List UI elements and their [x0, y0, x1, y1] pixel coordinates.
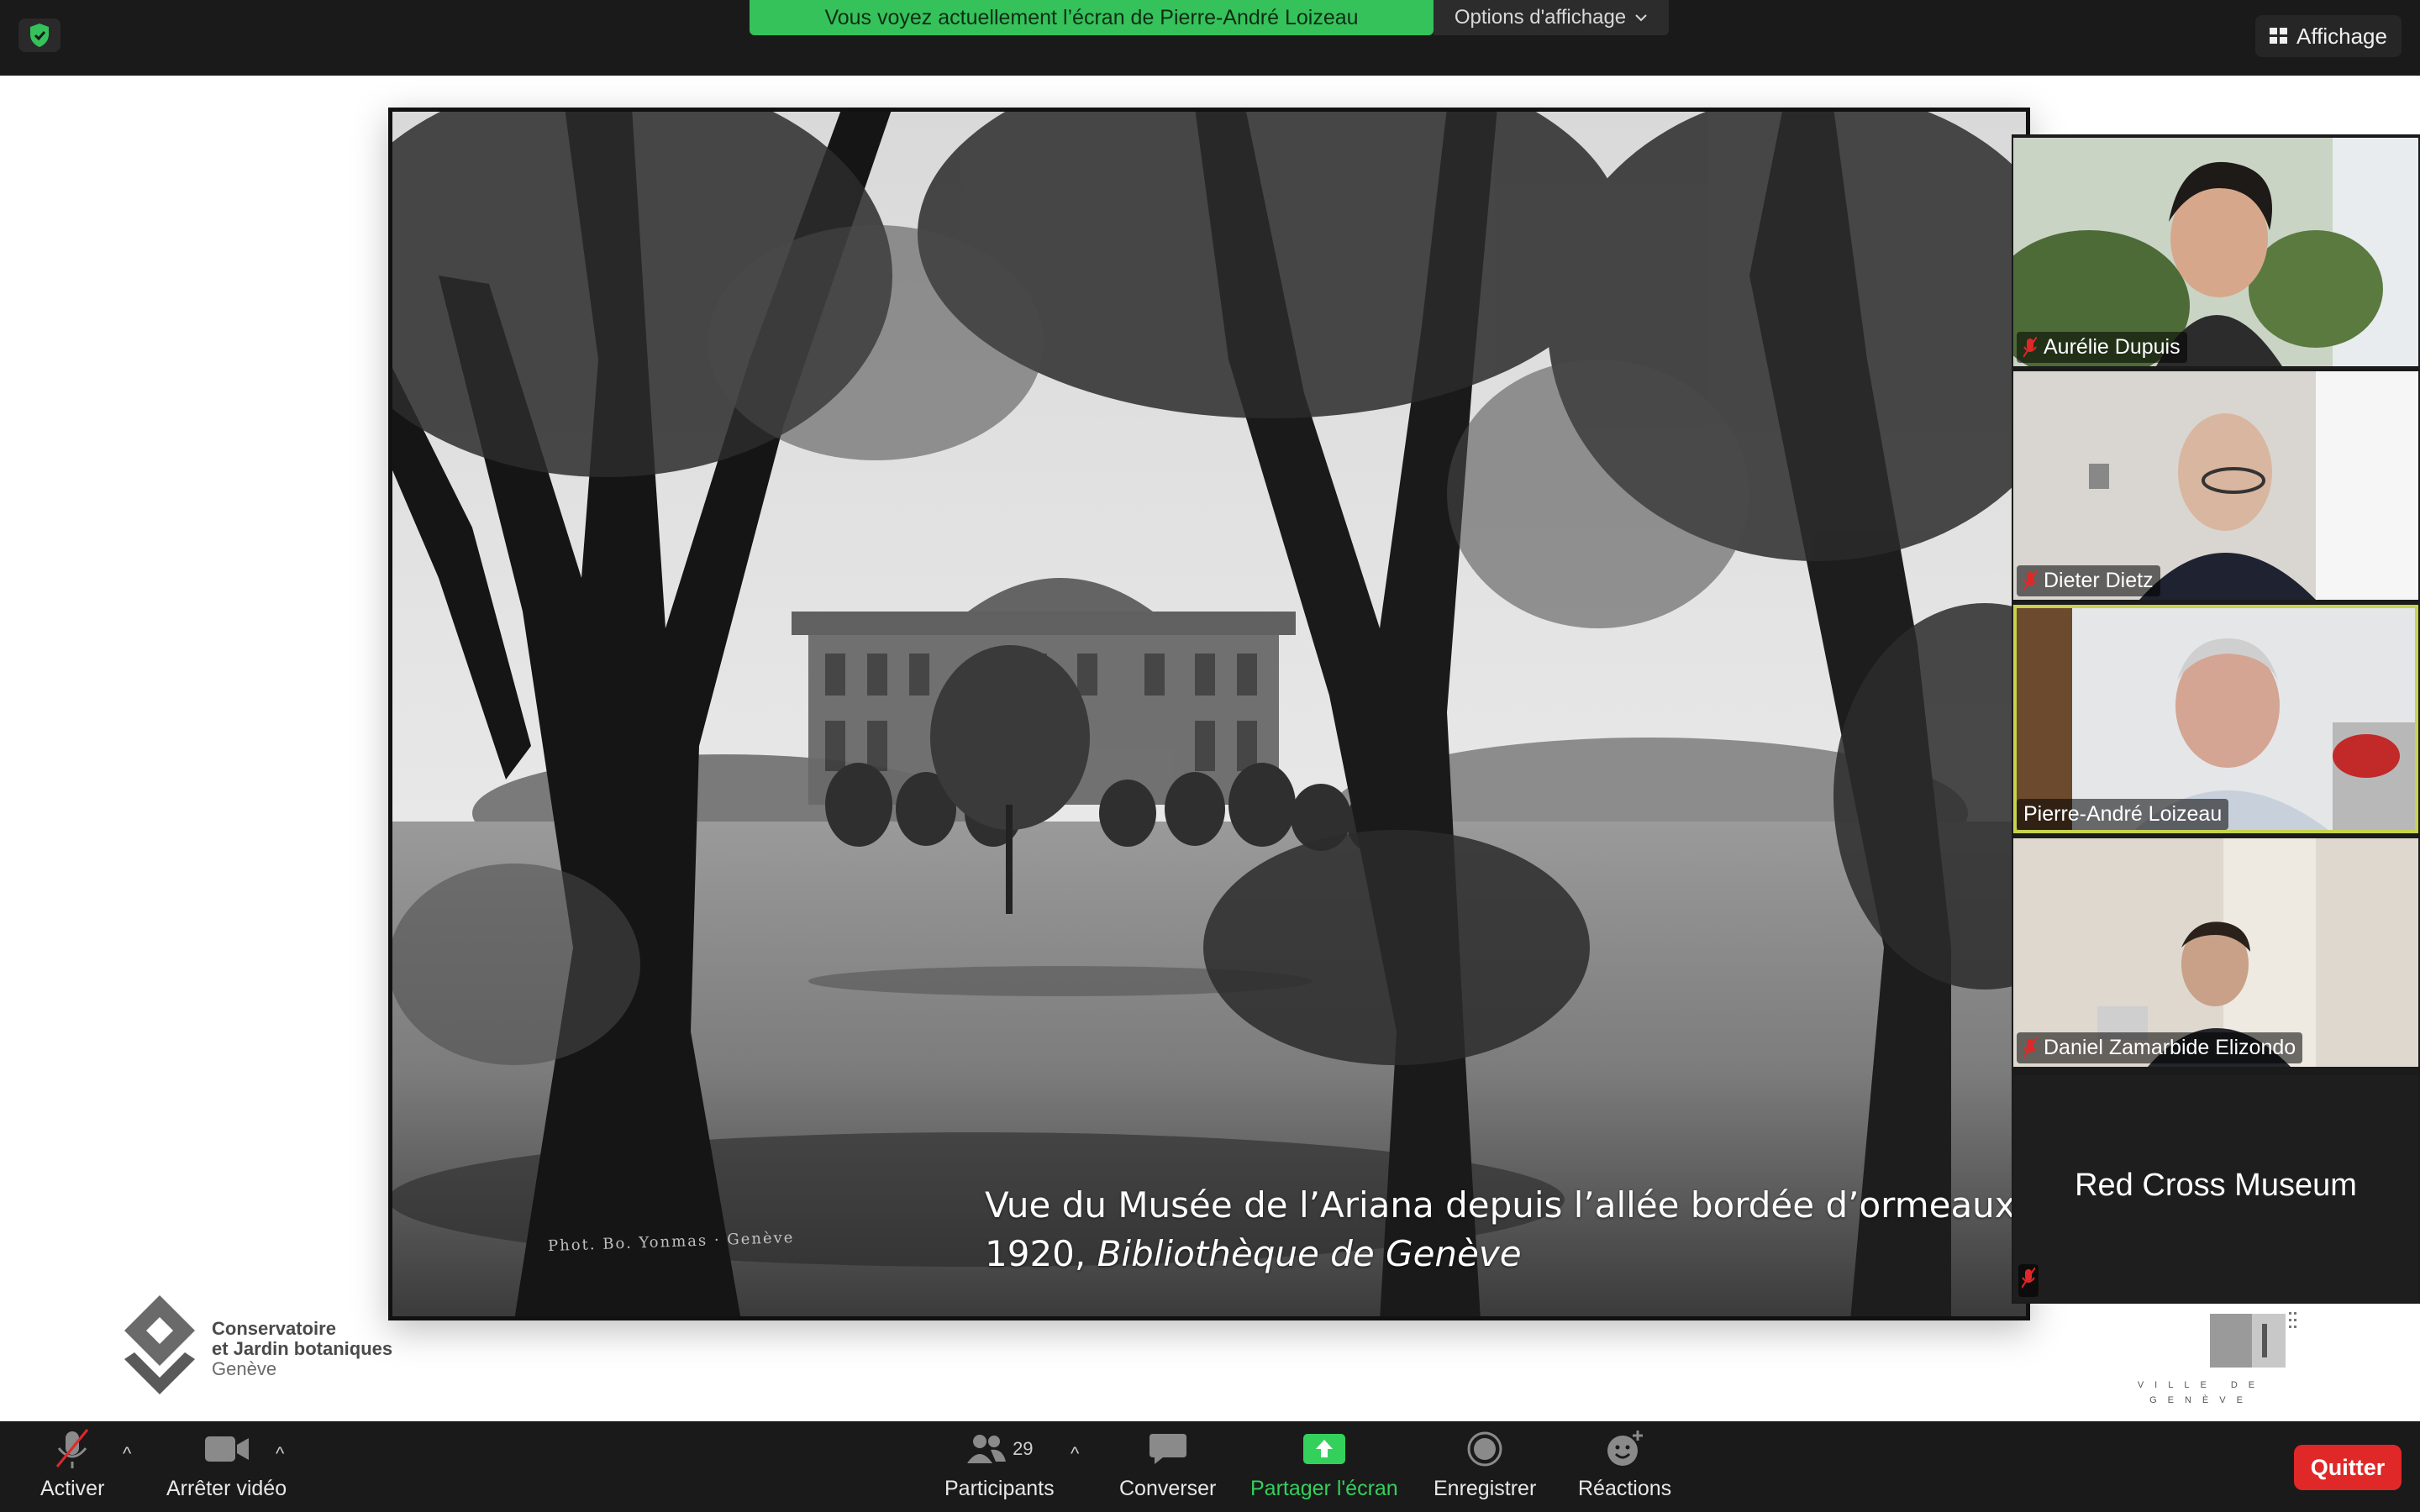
- leave-meeting-label: Quitter: [2310, 1454, 2386, 1480]
- mic-muted-icon: [2023, 1037, 2037, 1058]
- security-shield-icon[interactable]: [18, 18, 60, 52]
- mic-muted-icon: [2023, 336, 2037, 358]
- vdg-line-1: VILLE DE: [2137, 1380, 2266, 1390]
- video-options-caret-icon[interactable]: ^: [276, 1443, 284, 1465]
- caption-source: Bibliothèque de Genève: [1097, 1233, 1522, 1274]
- meeting-toolbar: Activer ^ Arrêter vidéo ^ 29 Participant…: [0, 1421, 2420, 1512]
- participant-name-tag: Aurélie Dupuis: [2017, 332, 2187, 363]
- view-options-button[interactable]: Options d'affichage: [1434, 0, 1669, 35]
- reactions-button[interactable]: Réactions: [1578, 1428, 1671, 1501]
- vdg-line-2: GENÈVE: [2149, 1395, 2254, 1405]
- top-bar: Vous voyez actuellement l’écran de Pierr…: [0, 0, 2420, 76]
- view-options-label: Options d'affichage: [1454, 6, 1627, 29]
- caption-line-1: Vue du Musée de l’Ariana depuis l’allée …: [985, 1184, 2016, 1226]
- mic-muted-icon: [2022, 1268, 2035, 1289]
- participant-name-tag: Daniel Zamarbide Elizondo: [2017, 1032, 2303, 1063]
- mic-muted-icon: [56, 1429, 89, 1468]
- chevron-down-icon: [1635, 14, 1647, 22]
- historic-photo-ariana-museum: [388, 108, 2030, 1320]
- stop-video-button[interactable]: Arrêter vidéo: [166, 1428, 287, 1501]
- emoji-plus-icon: [1607, 1431, 1643, 1466]
- participant-name-tag: Pierre-André Loizeau: [2017, 799, 2229, 830]
- ville-de-geneve-logo: VILLE DE GENÈVE: [2118, 1307, 2302, 1408]
- participant-name-tag: Dieter Dietz: [2017, 565, 2160, 596]
- participants-options-caret-icon[interactable]: ^: [1071, 1443, 1079, 1465]
- screen-share-banner-text: Vous voyez actuellement l’écran de Pierr…: [824, 5, 1359, 29]
- record-button[interactable]: Enregistrer: [1434, 1428, 1536, 1501]
- participant-name: Aurélie Dupuis: [2044, 335, 2181, 359]
- share-screen-button[interactable]: Partager l'écran: [1250, 1428, 1398, 1501]
- mic-muted-badge: [2018, 1264, 2039, 1297]
- chat-label: Converser: [1119, 1477, 1217, 1500]
- participant-name: Dieter Dietz: [2044, 569, 2154, 592]
- shared-screen-slide: Phot. Bo. Yonmas · Genève Vue du Musée d…: [388, 108, 2030, 1320]
- participants-label: Participants: [944, 1477, 1055, 1500]
- record-label: Enregistrer: [1434, 1477, 1537, 1500]
- slide-caption: Vue du Musée de l’Ariana depuis l’allée …: [985, 1181, 2016, 1278]
- unmute-label: Activer: [40, 1477, 105, 1500]
- cjb-logo-text: Conservatoire et Jardin botaniques Genèv…: [212, 1319, 392, 1379]
- cjb-diamond-icon: [124, 1295, 195, 1394]
- video-tile[interactable]: Aurélie Dupuis: [2013, 138, 2418, 366]
- grid-icon: [2270, 28, 2288, 44]
- caption-line-2: 1920, Bibliothèque de Genève: [985, 1230, 2016, 1278]
- video-camera-icon: [204, 1436, 249, 1462]
- video-tile-active-speaker[interactable]: Pierre-André Loizeau: [2013, 605, 2418, 833]
- cjb-line-1: Conservatoire: [212, 1318, 336, 1339]
- share-screen-icon: [1302, 1434, 1345, 1464]
- video-tile[interactable]: Dieter Dietz: [2013, 371, 2418, 600]
- unmute-button[interactable]: Activer: [40, 1428, 104, 1501]
- audio-options-caret-icon[interactable]: ^: [123, 1443, 131, 1465]
- name-only-tile[interactable]: Red Cross Museum: [2013, 1075, 2418, 1302]
- chat-button[interactable]: Converser: [1119, 1428, 1216, 1501]
- zoom-meeting-window: Vous voyez actuellement l’écran de Pierr…: [0, 0, 2420, 1512]
- participants-count: 29: [1013, 1438, 1034, 1459]
- record-icon: [1467, 1431, 1502, 1467]
- chat-bubble-icon: [1149, 1434, 1186, 1464]
- participant-name: Daniel Zamarbide Elizondo: [2044, 1036, 2296, 1059]
- caption-year: 1920,: [985, 1233, 1097, 1274]
- screen-share-banner: Vous voyez actuellement l’écran de Pierr…: [750, 0, 1434, 35]
- participants-button[interactable]: 29 Participants: [944, 1428, 1055, 1501]
- stop-video-label: Arrêter vidéo: [166, 1477, 287, 1500]
- cjb-line-2: et Jardin botaniques: [212, 1338, 393, 1359]
- leave-meeting-button[interactable]: Quitter: [2294, 1445, 2402, 1490]
- view-button[interactable]: Affichage: [2255, 15, 2402, 57]
- cjb-logo: Conservatoire et Jardin botaniques Genèv…: [118, 1294, 420, 1411]
- participant-name: Pierre-André Loizeau: [2023, 802, 2223, 826]
- mic-muted-icon: [2023, 570, 2037, 591]
- view-button-label: Affichage: [2296, 23, 2387, 49]
- share-screen-label: Partager l'écran: [1250, 1477, 1398, 1500]
- geneva-crest-icon: [2210, 1312, 2296, 1368]
- reactions-label: Réactions: [1578, 1477, 1672, 1500]
- ville-de-geneve-text: VILLE DE GENÈVE: [2118, 1378, 2286, 1408]
- participants-icon: [967, 1435, 1007, 1463]
- participant-name: Red Cross Museum: [2075, 1168, 2357, 1203]
- video-tile[interactable]: Daniel Zamarbide Elizondo: [2013, 838, 2418, 1067]
- cjb-line-3: Genève: [212, 1358, 277, 1379]
